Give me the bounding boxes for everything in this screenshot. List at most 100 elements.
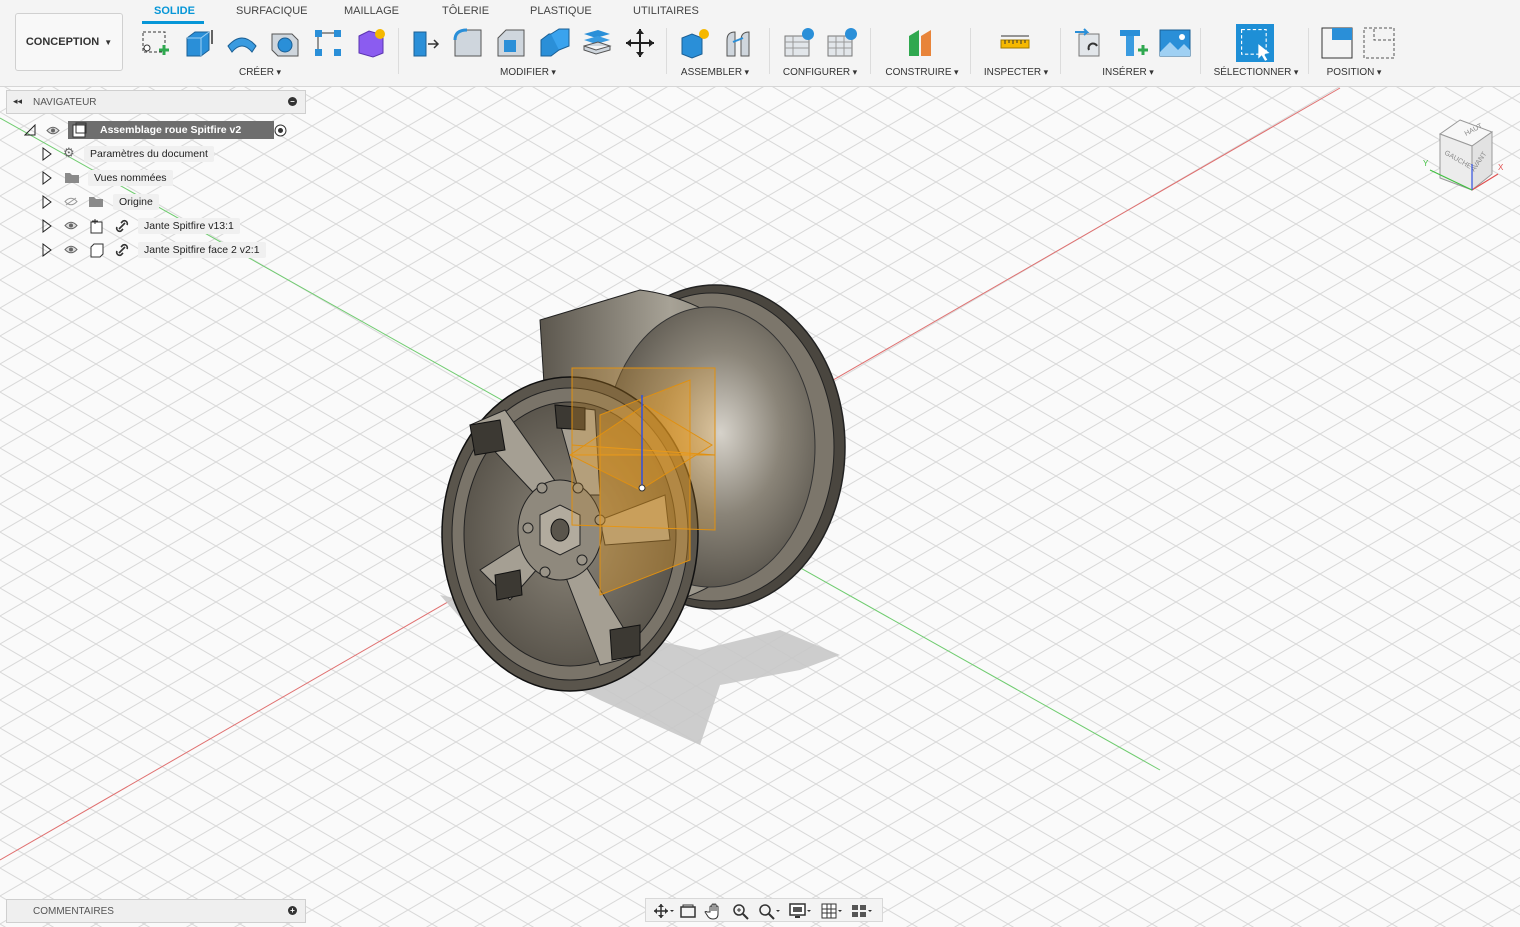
link-icon [115,243,129,257]
collapsed-triangle-icon[interactable] [42,243,52,257]
group-modifier[interactable]: MODIFIER ▾ [500,67,556,78]
comments-title: COMMENTAIRES [33,906,114,917]
chevron-down-icon: ▾ [273,67,282,77]
measure-icon[interactable] [998,26,1032,60]
fillet-icon[interactable] [451,26,485,60]
grid-settings-icon[interactable] [820,902,844,920]
navigator-panel-header[interactable]: ◂◂ NAVIGATEUR – [6,90,306,114]
tree-item-label: Origine [113,194,159,210]
tab-surfacique[interactable]: SURFACIQUE [236,5,308,17]
chevron-down-icon: ▾ [1146,67,1154,77]
configure-theme-icon[interactable] [825,26,859,60]
orbit-icon[interactable] [650,902,674,920]
origin-point[interactable] [638,484,646,492]
eye-icon[interactable] [64,245,78,254]
group-assembler[interactable]: ASSEMBLER ▾ [681,67,749,78]
tree-item-origin[interactable]: Origine [40,192,280,212]
group-selectionner[interactable]: SÉLECTIONNER ▾ [1214,67,1299,78]
look-at-icon[interactable] [678,902,702,920]
component-icon [90,219,103,234]
comments-panel-header[interactable]: COMMENTAIRES + [6,899,306,923]
tree-item-component-2[interactable]: Jante Spitfire face 2 v2:1 [40,240,280,260]
tab-solide[interactable]: SOLIDE [154,5,195,17]
group-separator [769,28,770,74]
group-position[interactable]: POSITION ▾ [1327,67,1382,78]
eye-hidden-icon[interactable] [64,197,78,206]
chevron-down-icon: ▾ [742,67,750,77]
insert-mcmaster-icon[interactable] [1116,26,1150,60]
collapsed-triangle-icon[interactable] [42,219,52,233]
tab-maillage[interactable]: MAILLAGE [344,5,399,17]
workspace-label: CONCEPTION [25,36,100,48]
shell-icon[interactable] [580,26,614,60]
tree-item-label: Vues nommées [88,170,173,186]
tree-item-component-1[interactable]: Jante Spitfire v13:1 [40,216,280,236]
collapsed-triangle-icon[interactable] [42,147,52,161]
group-inspecter[interactable]: INSPECTER ▾ [984,67,1048,78]
group-separator [870,28,871,74]
group-creer[interactable]: CRÉER ▾ [239,67,281,78]
extrude-icon[interactable] [182,26,216,60]
tree-item-named-views[interactable]: Vues nommées [40,168,280,188]
offset-plane-icon[interactable] [905,26,939,60]
x-axis-label: X [1498,163,1504,172]
group-configurer[interactable]: CONFIGURER ▾ [783,67,857,78]
plus-icon[interactable]: + [288,906,297,915]
fit-icon[interactable] [756,902,780,920]
group-construire[interactable]: CONSTRUIRE ▾ [885,67,958,78]
workspace-switcher[interactable]: CONCEPTION ▼ [15,13,123,71]
expanded-triangle-icon[interactable] [24,124,36,136]
link-icon [115,219,129,233]
revolve-icon[interactable] [225,26,259,60]
activate-radio-icon[interactable] [274,124,287,137]
chevron-down-icon: ▾ [951,67,959,77]
configure-table-icon[interactable] [782,26,816,60]
pattern-icon[interactable] [311,26,345,60]
chevron-down-icon: ▾ [1041,67,1049,77]
group-inserer[interactable]: INSÉRER ▾ [1102,67,1153,78]
tree-root-row[interactable]: Assemblage roue Spitfire v2 [22,120,302,140]
assembly-icon [72,122,87,138]
group-separator [1308,28,1309,74]
insert-derive-icon[interactable] [1073,26,1107,60]
select-icon[interactable] [1236,24,1274,62]
press-pull-icon[interactable] [408,26,442,60]
eye-icon[interactable] [46,126,60,135]
tree-item-document-settings[interactable]: ⚙ Paramètres du document [40,144,280,164]
revert-position-icon[interactable] [1362,26,1396,60]
collapsed-triangle-icon[interactable] [42,171,52,185]
collapsed-triangle-icon[interactable] [42,195,52,209]
group-separator [398,28,399,74]
group-separator [1200,28,1201,74]
minus-icon[interactable]: – [288,97,297,106]
tab-utilitaires[interactable]: UTILITAIRES [633,5,699,17]
insert-image-icon[interactable] [1158,26,1192,60]
display-settings-icon[interactable] [788,902,812,920]
tab-tolerie[interactable]: TÔLERIE [442,5,489,17]
viewport-canvas[interactable] [0,86,1520,927]
navigator-title: NAVIGATEUR [33,97,97,108]
new-component-icon[interactable] [678,26,712,60]
create-sketch-icon[interactable] [139,26,173,60]
tab-plastique[interactable]: PLASTIQUE [530,5,592,17]
gear-icon: ⚙ [63,145,75,160]
joint-icon[interactable] [721,26,755,60]
pan-icon[interactable] [704,902,728,920]
viewports-icon[interactable] [850,902,874,920]
capture-position-icon[interactable] [1320,26,1354,60]
hole-icon[interactable] [268,26,302,60]
chamfer-icon[interactable] [494,26,528,60]
group-separator [666,28,667,74]
chevron-down-icon: ▾ [850,67,858,77]
combine-icon[interactable] [537,26,571,60]
move-icon[interactable] [623,26,657,60]
collapse-panel-icon[interactable]: ◂◂ [13,96,22,107]
eye-icon[interactable] [64,221,78,230]
view-cube[interactable]: HAUT GAUCHE AVANT X Y [1420,112,1510,202]
zoom-icon[interactable] [730,902,754,920]
folder-icon [89,197,103,207]
create-form-icon[interactable] [354,26,388,60]
navigation-bar [645,898,883,922]
active-tab-indicator [142,21,204,24]
tree-item-label: Jante Spitfire v13:1 [138,218,240,234]
